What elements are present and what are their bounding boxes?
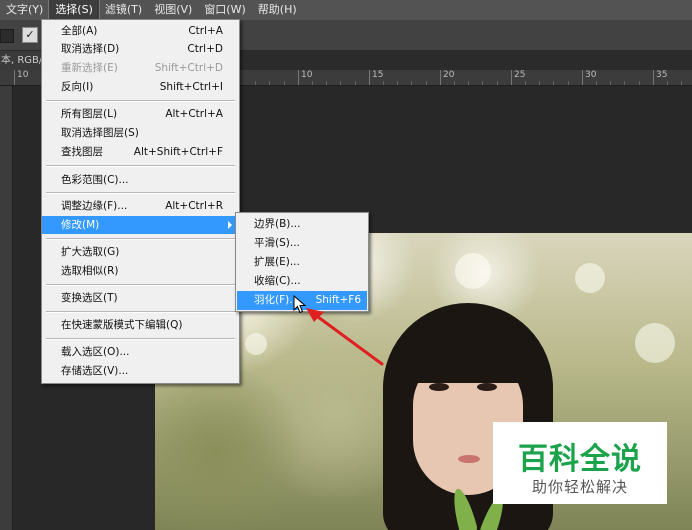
menu-type[interactable]: 文字(Y)	[0, 0, 49, 20]
menu-item-modify[interactable]: 修改(M)	[42, 216, 239, 234]
menu-item-deselect-layers[interactable]: 取消选择图层(S)	[42, 124, 239, 142]
menu-filter[interactable]: 滤镜(T)	[99, 0, 148, 20]
menu-help[interactable]: 帮助(H)	[252, 0, 303, 20]
menu-item-save-selection[interactable]: 存储选区(V)...	[42, 362, 239, 380]
submenu-arrow-icon	[228, 221, 232, 229]
menu-item-refine-edge[interactable]: 调整边缘(F)... Alt+Ctrl+R	[42, 197, 239, 215]
menu-select[interactable]: 选择(S)	[48, 0, 100, 21]
person-eye	[429, 383, 449, 391]
ruler-label: 30	[582, 70, 596, 85]
ruler-label: 15	[369, 70, 383, 85]
ruler-label: 25	[511, 70, 525, 85]
submenu-item-expand[interactable]: 扩展(E)...	[237, 253, 367, 272]
menu-item-color-range[interactable]: 色彩范围(C)...	[42, 171, 239, 189]
menu-item-inverse[interactable]: 反向(I) Shift+Ctrl+I	[42, 78, 239, 96]
ruler-label: 20	[440, 70, 454, 85]
menu-item-load-selection[interactable]: 载入选区(O)...	[42, 343, 239, 361]
menu-item-quick-mask[interactable]: 在快速蒙版模式下编辑(Q)	[42, 316, 239, 334]
option-checkbox[interactable]: ✓	[22, 27, 38, 43]
person-eye	[477, 383, 497, 391]
watermark-title: 百科全说	[518, 442, 642, 477]
tool-preset-box[interactable]	[0, 29, 14, 43]
menu-item-all-layers[interactable]: 所有图层(L) Alt+Ctrl+A	[42, 105, 239, 123]
ruler-label: 35	[653, 70, 667, 85]
document-tab[interactable]: 本, RGB/8	[0, 51, 45, 70]
menu-item-similar[interactable]: 选取相似(R)	[42, 262, 239, 280]
menu-item-all[interactable]: 全部(A) Ctrl+A	[42, 22, 239, 40]
select-menu-dropdown: 全部(A) Ctrl+A 取消选择(D) Ctrl+D 重新选择(E) Shift+C…	[41, 19, 240, 384]
ruler-label: 10	[14, 70, 28, 85]
menu-window[interactable]: 窗口(W)	[198, 0, 251, 20]
menu-view[interactable]: 视图(V)	[148, 0, 198, 20]
watermark-subtitle: 助你轻松解决	[531, 478, 628, 496]
ruler-label: 10	[298, 70, 312, 85]
submenu-item-smooth[interactable]: 平滑(S)...	[237, 234, 367, 253]
menu-item-find-layers[interactable]: 查找图层 Alt+Shift+Ctrl+F	[42, 143, 239, 161]
annotation-arrow-icon	[306, 308, 384, 366]
menu-item-deselect[interactable]: 取消选择(D) Ctrl+D	[42, 40, 239, 58]
menu-item-transform-selection[interactable]: 变换选区(T)	[42, 289, 239, 307]
vertical-ruler	[0, 86, 13, 530]
submenu-item-contract[interactable]: 收缩(C)...	[237, 272, 367, 291]
submenu-item-border[interactable]: 边界(B)...	[237, 215, 367, 234]
person-lips	[458, 455, 480, 463]
menu-item-grow[interactable]: 扩大选取(G)	[42, 243, 239, 261]
menu-bar: 文字(Y) 选择(S) 滤镜(T) 视图(V) 窗口(W) 帮助(H)	[0, 0, 692, 21]
watermark-logo: 百科全说 助你轻松解决	[493, 422, 667, 504]
menu-item-reselect: 重新选择(E) Shift+Ctrl+D	[61, 62, 223, 74]
